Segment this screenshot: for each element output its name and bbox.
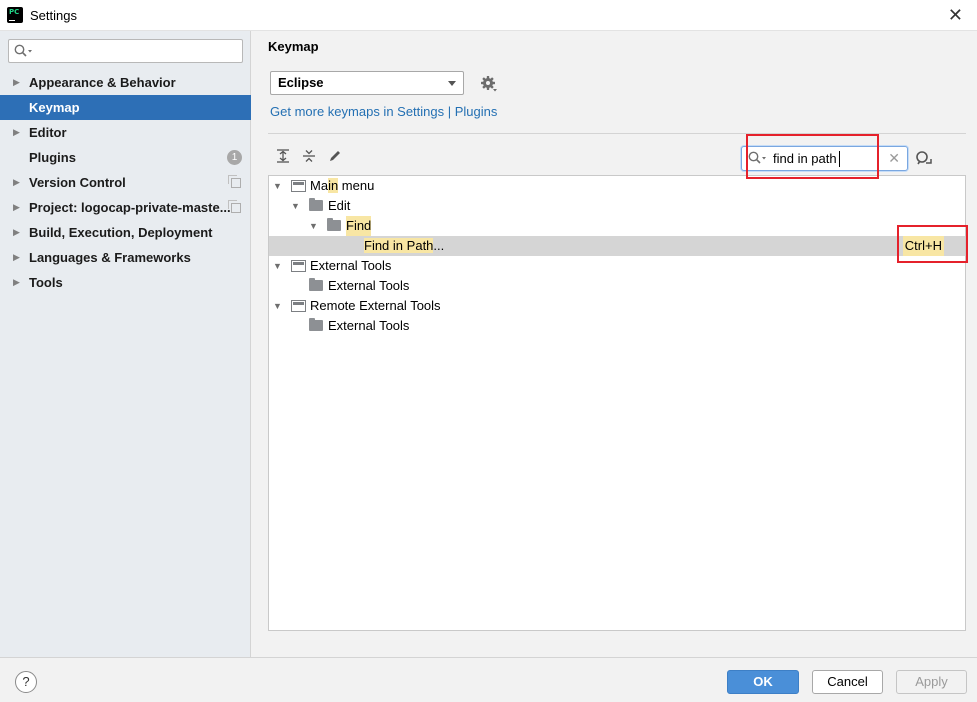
sidebar-item-label: Project: logocap-private-maste... — [29, 200, 231, 215]
sidebar-item-editor[interactable]: ▶ Editor — [0, 120, 251, 145]
expand-arrow-icon: ▶ — [13, 177, 20, 187]
sidebar-item-appearance-behavior[interactable]: ▶ Appearance & Behavior — [0, 70, 251, 95]
tool-group-icon — [291, 260, 306, 272]
dialog-footer: ? OK Cancel Apply — [0, 657, 977, 702]
annotation-box-search — [746, 134, 879, 179]
edit-pencil-icon[interactable] — [328, 149, 342, 163]
project-settings-icon — [228, 200, 241, 213]
expand-arrow-icon: ▶ — [13, 127, 20, 137]
window-title: Settings — [30, 8, 77, 23]
sidebar-item-keymap[interactable]: Keymap — [0, 95, 251, 120]
tree-row-label: Main menu — [310, 176, 374, 196]
tree-row-label: External Tools — [310, 258, 392, 273]
title-bar: PC Settings ✕ — [0, 0, 977, 31]
tree-row-main-menu[interactable]: ▼ Main menu — [269, 176, 965, 196]
pycharm-app-icon: PC — [7, 7, 23, 23]
keymap-scheme-value: Eclipse — [278, 75, 324, 90]
help-button[interactable]: ? — [15, 671, 37, 693]
page-title: Keymap — [268, 39, 319, 54]
search-match-highlight: Find — [346, 216, 372, 236]
expanded-arrow-icon: ▼ — [273, 261, 282, 271]
sidebar-item-label: Appearance & Behavior — [29, 75, 176, 90]
get-more-keymaps-link[interactable]: Get more keymaps in Settings | Plugins — [270, 104, 497, 119]
expand-all-icon[interactable] — [276, 149, 290, 163]
settings-sidebar: ▶ Appearance & Behavior Keymap ▶ Editor … — [0, 31, 251, 657]
cancel-button[interactable]: Cancel — [812, 670, 883, 694]
tree-row-external-tools[interactable]: External Tools — [269, 276, 965, 296]
expanded-arrow-icon: ▼ — [291, 201, 300, 211]
sidebar-item-label: Tools — [29, 275, 63, 290]
sidebar-item-label: Editor — [29, 125, 67, 140]
expand-arrow-icon: ▶ — [13, 252, 20, 262]
folder-icon — [309, 278, 323, 291]
app-icon-text: PC — [9, 8, 20, 16]
expand-arrow-icon: ▶ — [13, 202, 20, 212]
project-settings-icon — [228, 175, 241, 188]
sidebar-item-project[interactable]: ▶ Project: logocap-private-maste... — [0, 195, 251, 220]
close-window-icon[interactable]: ✕ — [948, 5, 963, 25]
plugins-update-badge: 1 — [227, 150, 242, 165]
tree-row-label: Edit — [328, 198, 351, 213]
sidebar-item-label: Languages & Frameworks — [29, 250, 191, 265]
tool-group-icon — [291, 300, 306, 312]
expand-arrow-icon: ▶ — [13, 77, 20, 87]
folder-icon — [309, 198, 323, 211]
expand-arrow-icon: ▶ — [13, 277, 20, 287]
tree-row-label: Remote External Tools — [310, 298, 441, 313]
chevron-down-icon — [448, 81, 456, 86]
annotation-box-shortcut — [897, 225, 968, 263]
sidebar-item-label: Version Control — [29, 175, 126, 190]
sidebar-item-plugins[interactable]: Plugins 1 — [0, 145, 251, 170]
sidebar-item-label: Plugins — [29, 150, 76, 165]
expanded-arrow-icon: ▼ — [273, 181, 282, 191]
label-text: ... — [433, 238, 445, 253]
expand-arrow-icon: ▶ — [13, 227, 20, 237]
expanded-arrow-icon: ▼ — [309, 221, 318, 231]
tree-row-label: External Tools — [328, 278, 410, 293]
ok-button[interactable]: OK — [727, 670, 799, 694]
sidebar-item-languages-frameworks[interactable]: ▶ Languages & Frameworks — [0, 245, 251, 270]
sidebar-item-label: Build, Execution, Deployment — [29, 225, 213, 240]
search-icon — [14, 44, 32, 57]
tree-row-edit[interactable]: ▼ Edit — [269, 196, 965, 216]
clear-search-icon[interactable]: ✕ — [888, 150, 900, 167]
search-match-highlight: Path — [406, 238, 434, 253]
folder-icon — [309, 318, 323, 331]
keymap-scheme-select[interactable]: Eclipse — [270, 71, 464, 95]
tree-row-remote-external-tools-child[interactable]: External Tools — [269, 316, 965, 336]
gear-icon[interactable] — [480, 75, 498, 93]
keymap-panel: Keymap Eclipse Get more keymaps in Setti… — [252, 31, 977, 657]
search-match-highlight: in — [328, 178, 339, 193]
collapse-all-icon[interactable] — [302, 149, 316, 163]
tree-row-find[interactable]: ▼ Find — [269, 216, 965, 236]
tree-row-label: Find in Path... — [364, 236, 444, 256]
apply-button[interactable]: Apply — [896, 670, 967, 694]
label-text: Ma — [310, 178, 329, 193]
find-by-shortcut-icon[interactable] — [915, 150, 933, 166]
sidebar-item-label: Keymap — [29, 100, 80, 115]
folder-icon — [327, 218, 341, 231]
tree-row-label: External Tools — [328, 318, 410, 333]
sidebar-item-version-control[interactable]: ▶ Version Control — [0, 170, 251, 195]
sidebar-item-tools[interactable]: ▶ Tools — [0, 270, 251, 295]
sidebar-search-input[interactable] — [8, 39, 243, 63]
search-match-highlight: in — [392, 238, 404, 253]
tree-row-external-tools-group[interactable]: ▼ External Tools — [269, 256, 965, 276]
tree-row-remote-external-tools[interactable]: ▼ Remote External Tools — [269, 296, 965, 316]
sidebar-item-build-execution-deployment[interactable]: ▶ Build, Execution, Deployment — [0, 220, 251, 245]
tree-row-find-in-path[interactable]: Find in Path... Ctrl+H — [269, 236, 965, 256]
menu-group-icon — [291, 180, 306, 192]
search-match-highlight: Find — [364, 238, 390, 253]
keymap-actions-tree: ▼ Main menu ▼ Edit ▼ Find Find in Path..… — [268, 175, 966, 631]
expanded-arrow-icon: ▼ — [273, 301, 282, 311]
label-text: menu — [338, 178, 375, 193]
